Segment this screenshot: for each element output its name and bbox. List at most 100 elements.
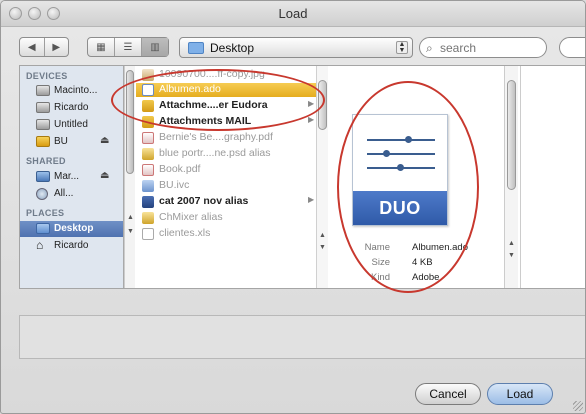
calendar-file-icon [142,180,154,192]
meta-value: Adobe [412,272,440,283]
slider-knob [383,150,390,157]
eject-icon[interactable]: ⏏ [100,135,109,146]
sidebar-item-shared-mar[interactable]: Mar... ⏏ [28,169,120,185]
accessory-panel [19,315,585,359]
toolbar-overflow-field[interactable] [559,37,585,58]
resize-grip-icon[interactable] [573,401,583,411]
file-item[interactable]: Bernie's Be....graphy.pdf [136,131,318,145]
back-arrow-icon[interactable]: ◀ [20,38,45,56]
document-icon [142,84,154,96]
network-globe-icon [36,188,48,200]
hard-drive-icon [36,119,50,130]
file-name: blue portr....ne.psd alias [159,147,271,159]
column-view-icon[interactable]: ▥ [142,38,168,56]
folder-alias-icon [142,196,154,208]
scroll-down-icon[interactable]: ▼ [508,252,515,259]
popup-arrows-icon: ▲ ▼ [396,41,408,54]
search-input[interactable] [440,40,540,55]
sidebar-item-label: Mar... [54,171,80,182]
file-item[interactable]: clientes.xls [136,227,318,241]
forward-arrow-icon[interactable]: ▶ [45,38,69,56]
sidebar-item-ricardo-drive[interactable]: Ricardo [28,100,120,116]
file-item[interactable]: blue portr....ne.psd alias [136,147,318,161]
empty-column [520,66,585,288]
meta-key: Size [371,257,390,268]
pdf-file-icon [142,132,154,144]
sidebar-item-untitled[interactable]: Untitled [28,117,120,133]
window-title: Load [278,6,308,21]
sidebar-header-devices: DEVICES [26,71,68,81]
slider-line [367,139,435,141]
disclosure-arrow-icon: ▶ [308,99,315,108]
file-column-scroll-thumb[interactable] [318,80,327,130]
document-preview-icon: DUO [352,114,448,226]
cancel-button[interactable]: Cancel [415,383,481,405]
file-item[interactable]: Book.pdf [136,163,318,177]
scroll-up-icon[interactable]: ▲ [127,214,134,221]
file-item[interactable]: 10090700....ff-copy.jpg [136,68,318,82]
preview-scroll-thumb[interactable] [507,80,516,190]
meta-key: Name [364,242,390,253]
sidebar-item-label: Ricardo [54,102,89,113]
file-item[interactable]: ChMixer alias [136,211,318,225]
file-name: Albumen.ado [159,83,221,95]
search-icon: ⌕ [426,41,433,55]
alias-file-icon [142,212,154,224]
slider-knob [405,136,412,143]
location-popup[interactable]: Desktop ▲ ▼ [179,37,413,58]
scroll-down-icon[interactable]: ▼ [319,244,326,251]
file-name: cat 2007 nov alias [159,195,249,207]
sidebar-header-places: PLACES [26,208,65,218]
file-column: 10090700....ff-copy.jpg Albumen.ado Atta… [136,66,326,288]
sidebar-item-label: Macinto... [54,85,98,96]
folder-item[interactable]: Attachments MAIL ▶ [136,115,318,129]
file-name: clientes.xls [159,227,211,239]
meta-value: 4 KB [412,257,433,268]
scroll-up-icon[interactable]: ▲ [508,240,515,247]
file-browser: DEVICES Macinto... Ricardo Untitled BU ⏏… [19,65,585,289]
view-mode-control: ▦ ☰ ▥ [87,37,169,57]
file-name: BU.ivc [159,179,190,191]
icon-view-icon[interactable]: ▦ [88,38,115,56]
file-name: 10090700....ff-copy.jpg [159,68,265,80]
meta-value: Albumen.ado [412,242,468,253]
eject-icon[interactable]: ⏏ [100,170,109,181]
alias-file-icon [142,148,154,160]
disclosure-arrow-icon: ▶ [308,115,315,124]
scroll-up-icon[interactable]: ▲ [319,232,326,239]
folder-item[interactable]: cat 2007 nov alias ▶ [136,195,318,209]
list-view-icon[interactable]: ☰ [115,38,142,56]
sidebar-scrollbar[interactable]: ▲ ▼ [124,66,135,288]
file-item-selected[interactable]: Albumen.ado [136,83,318,97]
sidebar-item-label: Desktop [54,223,94,234]
sidebar-scroll-thumb[interactable] [126,70,134,174]
slider-line [367,153,435,155]
hard-drive-icon [36,85,50,96]
sidebar-item-label: BU [54,136,68,147]
sidebar: DEVICES Macinto... Ricardo Untitled BU ⏏… [20,66,124,288]
folder-alias-icon [142,100,154,112]
file-column-scrollbar[interactable]: ▲ ▼ [316,66,328,288]
sidebar-item-shared-all[interactable]: All... [28,186,120,202]
file-name: Book.pdf [159,163,201,175]
file-item[interactable]: BU.ivc [136,179,318,193]
scroll-down-icon[interactable]: ▼ [127,228,134,235]
network-computer-icon [36,171,50,182]
load-dialog: Load ◀ ▶ ▦ ☰ ▥ Desktop ▲▼ ⌕ DEVICES Maci… [0,0,586,414]
sidebar-item-bu[interactable]: BU ⏏ [28,134,120,150]
preview-scrollbar[interactable]: ▲ ▼ [504,66,518,288]
file-name: Attachments MAIL [159,115,252,127]
file-name: ChMixer alias [159,211,223,223]
desktop-folder-icon [36,223,50,234]
load-button[interactable]: Load [487,383,553,405]
pdf-file-icon [142,164,154,176]
slider-knob [397,164,404,171]
sidebar-item-desktop[interactable]: Desktop [20,221,123,237]
navigation-buttons: ◀ ▶ [19,37,69,57]
sidebar-item-home[interactable]: ⌂ Ricardo [28,238,120,254]
meta-key: Kind [370,272,390,283]
title-bar: Load [1,1,585,27]
folder-item[interactable]: Attachme....er Eudora ▶ [136,99,318,113]
sidebar-item-macintosh[interactable]: Macinto... [28,83,120,99]
preview-column: DUO Name Albumen.ado Size 4 KB Kind Adob… [330,66,518,288]
